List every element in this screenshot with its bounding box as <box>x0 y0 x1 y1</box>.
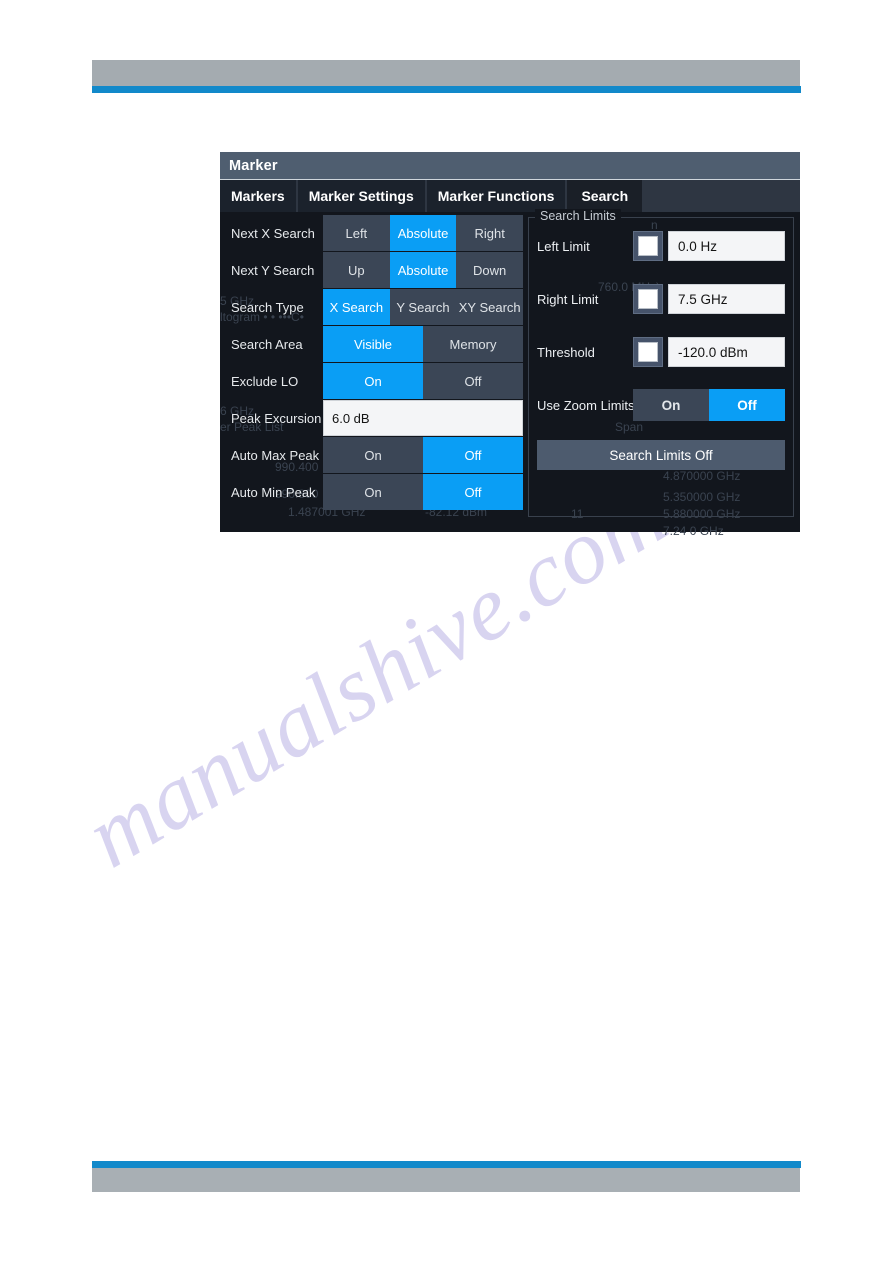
marker-dialog: Marker Markers Marker Settings Marker Fu… <box>220 152 800 538</box>
next-y-search-down-button[interactable]: Down <box>456 252 524 288</box>
row-left-limit: Left Limit 0.0 Hz <box>537 228 785 264</box>
next-x-search-left-button[interactable]: Left <box>323 215 390 251</box>
label-next-y-search: Next Y Search <box>231 262 315 278</box>
checkbox-icon <box>638 342 658 362</box>
tab-marker-functions[interactable]: Marker Functions <box>426 180 566 212</box>
auto-max-peak-off-button[interactable]: Off <box>423 437 523 473</box>
tabbar-filler <box>644 180 800 212</box>
page-footer-accent-rule <box>92 1161 801 1168</box>
dialog-tabbar: Markers Marker Settings Marker Functions… <box>220 180 800 212</box>
segmented-auto-max-peak: On Off <box>323 437 523 473</box>
search-limits-group-title: Search Limits <box>535 209 621 223</box>
tab-marker-settings[interactable]: Marker Settings <box>297 180 425 212</box>
segmented-search-type: X Search Y Search XY Search <box>323 289 524 325</box>
exclude-lo-on-button[interactable]: On <box>323 363 423 399</box>
use-zoom-limits-on-button[interactable]: On <box>633 389 709 421</box>
row-exclude-lo: Exclude LO On Off <box>223 363 523 399</box>
dialog-title: Marker <box>229 157 278 174</box>
search-area-memory-button[interactable]: Memory <box>423 326 523 362</box>
search-type-xy-button[interactable]: XY Search <box>456 289 524 325</box>
threshold-input[interactable]: -120.0 dBm <box>668 337 785 367</box>
segmented-auto-min-peak: On Off <box>323 474 523 510</box>
row-auto-max-peak: Auto Max Peak On Off <box>223 437 523 473</box>
segmented-next-y-search: Up Absolute Down <box>323 252 524 288</box>
label-search-area: Search Area <box>231 336 303 352</box>
use-zoom-limits-off-button[interactable]: Off <box>709 389 785 421</box>
dialog-titlebar: Marker <box>220 152 800 180</box>
row-next-x-search: Next X Search Left Absolute Right <box>223 215 524 251</box>
tab-markers[interactable]: Markers <box>220 180 296 212</box>
row-peak-excursion: Peak Excursion 6.0 dB <box>223 400 523 436</box>
bleed-text: 7.24 0 GHz <box>663 524 724 538</box>
search-limits-groupbox: Search Limits Left Limit 0.0 Hz Right Li… <box>528 209 794 517</box>
next-y-search-absolute-button[interactable]: Absolute <box>389 252 457 288</box>
label-threshold: Threshold <box>537 344 595 360</box>
page-header-bar <box>92 60 800 86</box>
label-left-limit: Left Limit <box>537 238 590 254</box>
peak-excursion-input[interactable]: 6.0 dB <box>323 400 523 436</box>
tab-search[interactable]: Search <box>567 180 643 212</box>
search-type-y-button[interactable]: Y Search <box>389 289 457 325</box>
label-peak-excursion: Peak Excursion <box>231 410 322 426</box>
segmented-next-x-search: Left Absolute Right <box>323 215 524 251</box>
label-exclude-lo: Exclude LO <box>231 373 299 389</box>
row-use-zoom-limits: Use Zoom Limits On Off <box>537 387 785 423</box>
search-type-x-button[interactable]: X Search <box>323 289 390 325</box>
label-auto-max-peak: Auto Max Peak <box>231 447 320 463</box>
search-limits-pane: n 760.0 MHz) Span No X-Value 4.870000 GH… <box>523 209 800 538</box>
label-search-type: Search Type <box>231 299 304 315</box>
row-right-limit: Right Limit 7.5 GHz <box>537 281 785 317</box>
left-limit-input[interactable]: 0.0 Hz <box>668 231 785 261</box>
label-use-zoom-limits: Use Zoom Limits <box>537 397 635 413</box>
left-limit-checkbox[interactable] <box>633 231 663 261</box>
search-settings-pane: 5 GHz ltogram • • •••C• 6 GHz er Peak Li… <box>220 212 524 532</box>
threshold-checkbox[interactable] <box>633 337 663 367</box>
checkbox-icon <box>638 289 658 309</box>
next-x-search-absolute-button[interactable]: Absolute <box>389 215 457 251</box>
right-limit-checkbox[interactable] <box>633 284 663 314</box>
search-limits-off-button[interactable]: Search Limits Off <box>537 440 785 470</box>
label-right-limit: Right Limit <box>537 291 599 307</box>
page-footer-bar <box>92 1168 800 1192</box>
auto-max-peak-on-button[interactable]: On <box>323 437 423 473</box>
row-search-type: Search Type X Search Y Search XY Search <box>223 289 524 325</box>
label-next-x-search: Next X Search <box>231 225 315 241</box>
label-auto-min-peak: Auto Min Peak <box>231 484 316 500</box>
row-auto-min-peak: Auto Min Peak On Off <box>223 474 523 510</box>
page-header-accent-rule <box>92 86 801 93</box>
auto-min-peak-off-button[interactable]: Off <box>423 474 523 510</box>
auto-min-peak-on-button[interactable]: On <box>323 474 423 510</box>
row-next-y-search: Next Y Search Up Absolute Down <box>223 252 524 288</box>
dialog-body: 5 GHz ltogram • • •••C• 6 GHz er Peak Li… <box>220 209 800 538</box>
next-x-search-right-button[interactable]: Right <box>456 215 524 251</box>
search-area-visible-button[interactable]: Visible <box>323 326 423 362</box>
next-y-search-up-button[interactable]: Up <box>323 252 390 288</box>
segmented-search-area: Visible Memory <box>323 326 523 362</box>
row-threshold: Threshold -120.0 dBm <box>537 334 785 370</box>
row-search-area: Search Area Visible Memory <box>223 326 523 362</box>
checkbox-icon <box>638 236 658 256</box>
right-limit-input[interactable]: 7.5 GHz <box>668 284 785 314</box>
segmented-exclude-lo: On Off <box>323 363 523 399</box>
segmented-use-zoom-limits: On Off <box>633 389 785 421</box>
exclude-lo-off-button[interactable]: Off <box>423 363 523 399</box>
